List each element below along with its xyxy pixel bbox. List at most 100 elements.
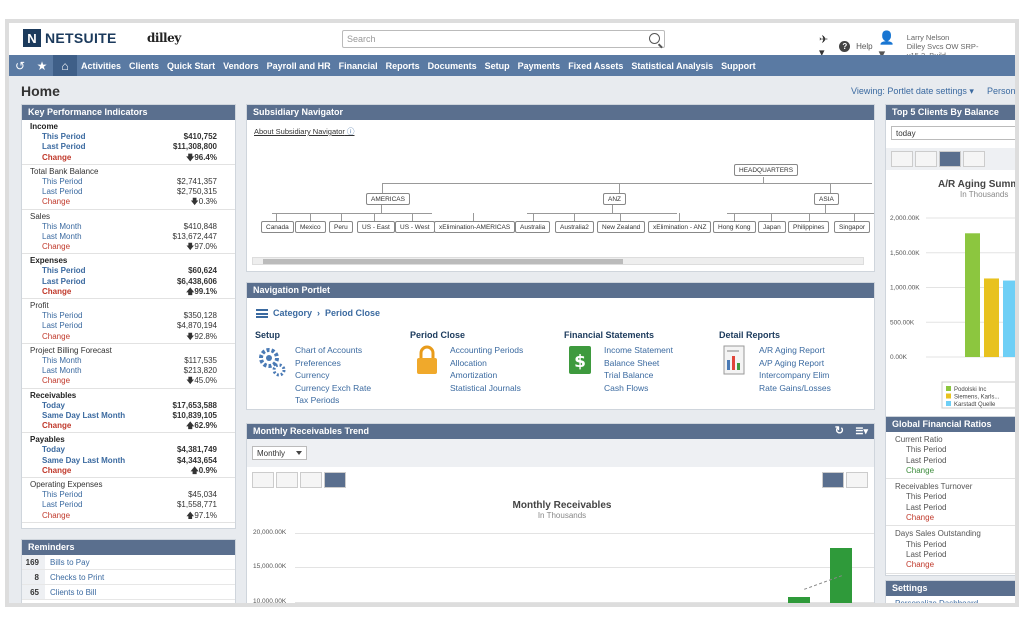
nav-documents[interactable]: Documents [424,61,481,71]
tree-node-region[interactable]: AMERICAS [366,193,410,205]
nav-payroll[interactable]: Payroll and HR [263,61,335,71]
tree-node-subsidiary[interactable]: Australia2 [555,221,594,233]
nav-clients[interactable]: Clients [125,61,163,71]
netsuite-logo[interactable]: N NETSUITE [23,29,117,47]
aging-bar[interactable] [984,278,999,357]
legend-entry[interactable]: Podolski Inc [954,387,986,393]
kpi-row-value[interactable]: $410,848 [184,222,217,232]
horizontal-scrollbar[interactable] [252,257,864,265]
line-chart-icon[interactable] [891,151,913,167]
kpi-row-value[interactable]: $350,128 [184,311,217,321]
kpi-row-value[interactable]: $4,870,194 [177,321,217,331]
kpi-row-value[interactable]: $45,034 [188,490,217,500]
area-chart-icon[interactable] [252,472,274,488]
refresh-icon[interactable]: ↻ [835,424,844,439]
kpi-row-value[interactable]: $213,820 [184,366,217,376]
kpi-row-value[interactable]: $2,741,357 [177,177,217,187]
tree-node-subsidiary[interactable]: Singapor [834,221,871,233]
legend-entry[interactable]: Karstadt Quelle [954,402,996,408]
tree-node-subsidiary[interactable]: Peru [329,221,353,233]
kpi-row-value[interactable]: $4,343,654 [177,456,217,466]
aging-bar[interactable] [965,233,980,357]
nav-financial[interactable]: Financial [335,61,382,71]
tree-node-region[interactable]: ANZ [603,193,626,205]
kpi-row-value[interactable]: 🡅62.9% [186,421,217,431]
reminder-item[interactable]: 65 Clients to Bill [22,585,235,600]
kpi-row-value[interactable]: $410,752 [184,132,217,142]
legend-entry[interactable]: Siemens, Karls... [954,395,1000,401]
kpi-row-value[interactable]: 🡇45.0% [186,376,217,386]
scroll-thumb[interactable] [263,259,623,264]
nav-link[interactable]: Accounting Periods [450,344,523,357]
star-icon[interactable]: ★ [31,59,53,73]
nav-quick-start[interactable]: Quick Start [163,61,219,71]
kpi-row-value[interactable]: 🡇97.0% [186,242,217,252]
date-filter-select[interactable]: today [891,126,1015,140]
reminder-label[interactable]: Bills to Pay [45,555,90,569]
portlet-menu-icon[interactable]: ☰▾ [855,424,868,439]
tree-node-subsidiary[interactable]: Mexico [295,221,326,233]
nav-vendors[interactable]: Vendors [219,61,263,71]
nav-link[interactable]: Trial Balance [604,369,673,382]
trend-line-icon[interactable] [822,472,844,488]
reminder-item[interactable]: 8 Checks to Print [22,570,235,585]
nav-link[interactable]: Tax Periods [295,394,371,407]
nav-link[interactable]: Balance Sheet [604,357,673,370]
kpi-row-value[interactable]: $2,750,315 [177,187,217,197]
kpi-row-value[interactable]: $60,624 [188,266,217,276]
reminder-label[interactable]: Checks to Print [45,570,104,584]
nav-setup[interactable]: Setup [481,61,514,71]
help-icon[interactable]: ? [839,40,851,52]
line-chart-icon[interactable] [276,472,298,488]
kpi-name[interactable]: Sales [22,212,50,222]
persona-link[interactable]: Persona [987,86,1015,96]
ratio-name[interactable]: Current Ratio [886,435,1015,445]
kpi-name[interactable]: Expenses [22,256,67,266]
personalize-dashboard-link[interactable]: Personalize Dashboard [886,596,1015,603]
kpi-row-value[interactable]: 🡅97.1% [186,511,217,521]
kpi-row-value[interactable]: 🡇0.3% [191,197,217,207]
bar-chart-icon[interactable] [324,472,346,488]
bar-chart-icon[interactable] [939,151,961,167]
kpi-row-value[interactable]: 🡇92.8% [186,332,217,342]
kpi-row-value[interactable]: $1,558,771 [177,500,217,510]
nav-link[interactable]: Currency [295,369,371,382]
search-icon[interactable] [649,33,660,44]
pie-chart-icon[interactable] [963,151,985,167]
tree-node-subsidiary[interactable]: Japan [758,221,786,233]
nav-link[interactable]: Allocation [450,357,523,370]
ratio-name[interactable]: Days Sales Outstanding [886,529,1015,539]
nav-support[interactable]: Support [717,61,760,71]
kpi-name[interactable]: Income [22,122,58,132]
kpi-row-value[interactable]: $13,672,447 [173,232,218,242]
tree-node-subsidiary[interactable]: Hong Kong [713,221,756,233]
nav-link[interactable]: Chart of Accounts [295,344,371,357]
kpi-row-value[interactable]: $17,653,588 [173,401,218,411]
reminder-item[interactable]: 169 Bills to Pay [22,555,235,570]
tree-node-subsidiary[interactable]: xElimination - ANZ [648,221,712,233]
tree-node-subsidiary[interactable]: Canada [261,221,294,233]
kpi-row-value[interactable]: $10,839,105 [173,411,218,421]
tree-node-subsidiary[interactable]: US - East [357,221,395,233]
kpi-row-value[interactable]: $11,308,800 [173,142,217,152]
kpi-name[interactable]: Project Billing Forecast [22,346,112,356]
tree-node-region[interactable]: ASIA [814,193,839,205]
history-icon[interactable]: ↺ [9,59,31,73]
nav-link[interactable]: Rate Gains/Losses [759,382,831,395]
viewing-dropdown[interactable]: Viewing: Portlet date settings ▾ [851,86,974,97]
help-link[interactable]: Help [856,42,872,51]
nav-activities[interactable]: Activities [77,61,125,71]
kpi-name[interactable]: Payables [22,435,65,445]
nav-reports[interactable]: Reports [382,61,424,71]
category-link[interactable]: Category [273,308,312,318]
nav-link[interactable]: Statistical Journals [450,382,523,395]
kpi-name[interactable]: Operating Expenses [22,480,103,490]
tree-node-subsidiary[interactable]: US - West [395,221,435,233]
nav-link[interactable]: Preferences [295,357,371,370]
kpi-row-value[interactable]: $4,381,749 [177,445,217,455]
period-select[interactable]: Monthly [252,446,307,460]
crumb-period-close[interactable]: Period Close [325,308,380,318]
tree-node-subsidiary[interactable]: Australia [515,221,551,233]
ratio-name[interactable]: Receivables Turnover [886,482,1015,492]
kpi-name[interactable]: Receivables [22,391,76,401]
